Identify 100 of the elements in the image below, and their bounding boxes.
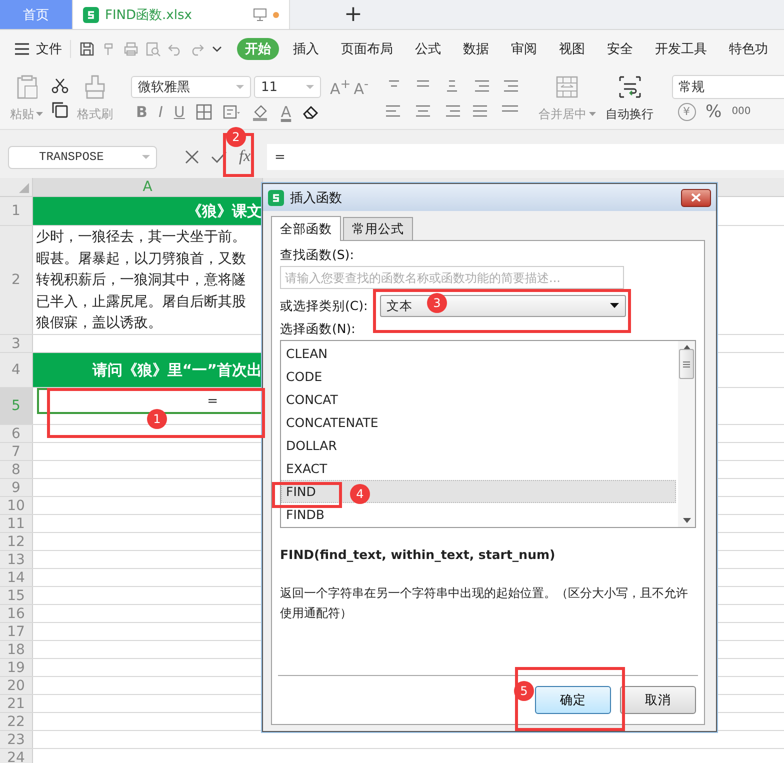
row-header[interactable]: 8 — [0, 461, 33, 478]
menu-tab[interactable]: 页面布局 — [333, 38, 401, 60]
row-header[interactable]: 4 — [0, 353, 33, 387]
scissors-icon[interactable] — [51, 78, 69, 94]
row-header[interactable]: 24 — [0, 749, 33, 763]
function-item[interactable]: DOLLAR — [281, 434, 676, 457]
confirm-icon[interactable] — [211, 150, 227, 164]
row-header[interactable]: 12 — [0, 533, 33, 550]
function-item[interactable]: EXACT — [281, 457, 676, 480]
copy-icon[interactable] — [51, 101, 69, 120]
step-badge: 1 — [147, 409, 167, 429]
row-header[interactable]: 19 — [0, 659, 33, 676]
justify-icon[interactable] — [472, 102, 490, 119]
menu-tab[interactable]: 插入 — [285, 38, 327, 60]
row-header[interactable]: 14 — [0, 569, 33, 586]
menu-tab[interactable]: 视图 — [551, 38, 593, 60]
save-icon[interactable] — [79, 41, 95, 57]
menu-tab[interactable]: 审阅 — [503, 38, 545, 60]
row-header[interactable]: 16 — [0, 605, 33, 622]
function-item[interactable]: CONCAT — [281, 388, 676, 411]
cell-text-line: 转视积薪后，一狼洞其中，意将隧 — [36, 271, 246, 290]
font-size-select[interactable]: 11 — [254, 76, 321, 98]
file-menu[interactable]: 文件 — [14, 40, 71, 58]
text-style-button[interactable]: B — [136, 102, 148, 121]
home-tab[interactable]: 首页 — [0, 0, 72, 29]
text-style-button[interactable]: I — [158, 102, 163, 121]
row-header[interactable]: 3 — [0, 335, 33, 352]
currency-button[interactable]: ¥ — [678, 102, 696, 121]
cell-text-line: 已半入，止露尻尾。屠自后断其股 — [36, 292, 246, 312]
insert-function-button[interactable]: fx — [239, 148, 251, 166]
align-center-icon[interactable] — [414, 102, 432, 119]
ok-button[interactable]: 确定 — [535, 686, 611, 714]
function-item[interactable]: CLEAN — [281, 342, 676, 365]
dialog-tab[interactable]: 全部函数 — [271, 216, 341, 241]
function-item[interactable]: CONCATENATE — [281, 411, 676, 434]
spreadsheet-logo-icon — [83, 6, 99, 22]
scrollbar-thumb[interactable] — [679, 349, 694, 379]
scroll-down-icon[interactable] — [682, 518, 690, 523]
print-icon[interactable] — [123, 41, 139, 57]
close-button[interactable] — [681, 188, 711, 206]
row-header[interactable]: 23 — [0, 731, 33, 748]
file-tab[interactable]: FIND函数.xlsx — [72, 0, 290, 29]
search-label: 查找函数(S): — [280, 247, 355, 264]
row-header[interactable]: 13 — [0, 551, 33, 568]
eraser-icon[interactable] — [302, 104, 320, 120]
row-header[interactable]: 17 — [0, 623, 33, 640]
percent-button[interactable]: % — [706, 102, 722, 122]
highlight-frame — [272, 482, 342, 508]
borders-icon[interactable] — [196, 104, 212, 120]
name-box[interactable]: TRANSPOSE — [8, 146, 157, 168]
menu-tab[interactable]: 公式 — [407, 38, 449, 60]
function-item[interactable]: FINDB — [281, 503, 676, 526]
spreadsheet-logo-icon — [268, 190, 284, 206]
row-header[interactable]: 1 — [0, 197, 33, 225]
menu-icon[interactable] — [14, 43, 30, 55]
dialog-tab[interactable]: 常用公式 — [343, 217, 413, 240]
menu-tab[interactable]: 数据 — [455, 38, 497, 60]
wrap-text-icon — [618, 74, 642, 100]
caret-icon — [36, 112, 43, 117]
formula-field[interactable]: = — [266, 144, 784, 170]
row-header[interactable]: 18 — [0, 641, 33, 658]
cell-text-line: 狼假寐，盖以诱敌。 — [36, 314, 162, 333]
cancel-button[interactable]: 取消 — [620, 686, 696, 714]
number-format-select[interactable]: 常规 — [672, 75, 784, 100]
monitor-icon[interactable] — [253, 8, 267, 21]
cell-style-icon[interactable] — [222, 104, 241, 120]
caret-icon[interactable] — [211, 44, 223, 54]
row-header[interactable]: 2 — [0, 226, 33, 334]
menu-tab[interactable]: 特色功 — [721, 38, 776, 60]
row-header[interactable]: 22 — [0, 713, 33, 730]
row-header[interactable]: 5 — [0, 388, 33, 424]
row-header[interactable]: 20 — [0, 677, 33, 694]
menu-tab[interactable]: 安全 — [599, 38, 641, 60]
row-header[interactable]: 11 — [0, 515, 33, 532]
menu-tab[interactable]: 开始 — [237, 38, 279, 60]
preview-icon[interactable] — [145, 41, 161, 57]
cancel-icon[interactable] — [185, 150, 199, 164]
align-left-icon[interactable] — [384, 102, 403, 119]
caret-icon — [588, 112, 596, 117]
new-tab-button[interactable]: + — [338, 1, 368, 28]
menu-tab[interactable]: 开发工具 — [647, 38, 715, 60]
text-style-button[interactable]: U — [174, 102, 185, 121]
row-header[interactable]: 10 — [0, 497, 33, 514]
function-item[interactable]: CODE — [281, 365, 676, 388]
fill-color-icon[interactable] — [252, 102, 270, 121]
column-header[interactable]: A — [33, 178, 263, 196]
clipboard-icon — [14, 74, 38, 100]
thousands-button[interactable]: 000 — [732, 106, 751, 118]
row-header[interactable]: 21 — [0, 695, 33, 712]
shrink-font-button[interactable]: A$^{-}$ — [354, 76, 369, 98]
grow-font-button[interactable]: A$^{+}$ — [330, 76, 351, 98]
dialog-title: 插入函数 — [290, 190, 343, 206]
search-field[interactable]: 请输入您要查找的函数名称或函数功能的简要描述... — [280, 266, 624, 289]
row-header[interactable]: 15 — [0, 587, 33, 604]
font-color-button[interactable]: A — [280, 102, 292, 121]
row-header[interactable]: 9 — [0, 479, 33, 496]
row-header[interactable]: 7 — [0, 443, 33, 460]
row-header[interactable]: 6 — [0, 425, 33, 442]
wrap-text-button[interactable]: 自动换行 — [604, 68, 656, 129]
font-select[interactable]: 微软雅黑 — [131, 76, 251, 98]
